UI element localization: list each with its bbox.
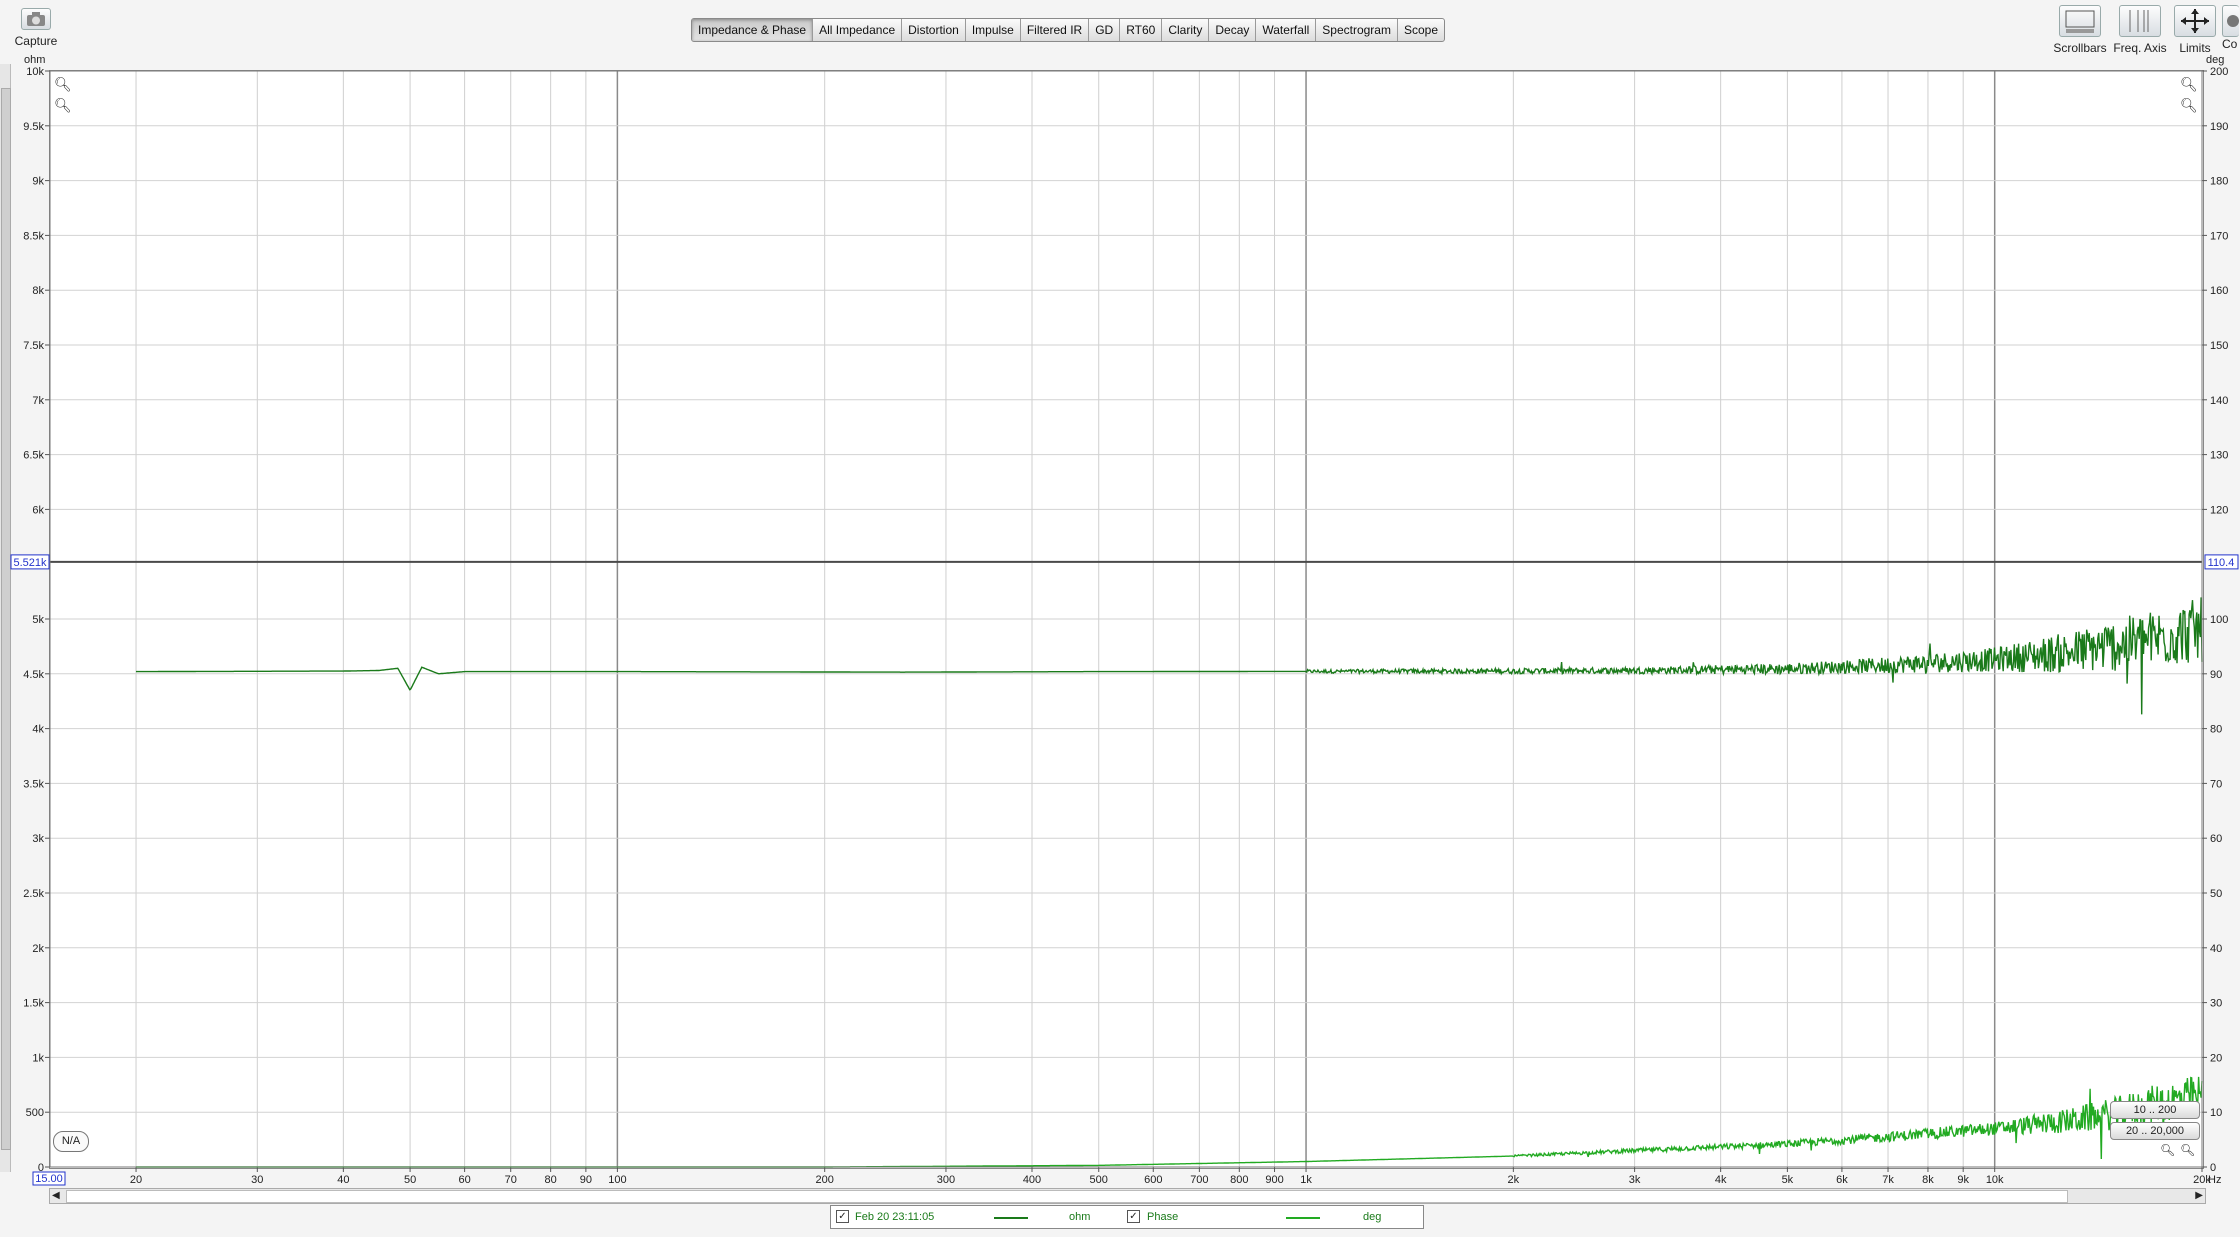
deg-legend-swatch xyxy=(1286,1217,1320,1219)
legend-bar: ✓ Feb 20 23:11:05 ohm ✓ Phase deg xyxy=(830,1205,1424,1229)
y-left-tick-label: 9k xyxy=(32,176,44,188)
x-tick-label: 2k xyxy=(1508,1174,1520,1186)
y-right-tick-label: 10 xyxy=(2210,1107,2222,1119)
ohm-legend-swatch xyxy=(994,1217,1028,1219)
x-tick-label: 200 xyxy=(816,1174,834,1186)
y-right-tick-label: 140 xyxy=(2210,395,2228,407)
y-left-tick-label: 500 xyxy=(26,1107,44,1119)
phase-checkbox[interactable]: ✓ xyxy=(1127,1210,1140,1223)
y-right-tick-label: 120 xyxy=(2210,504,2228,516)
y-left-tick-label: 2.5k xyxy=(23,888,44,900)
x-tick-label: 300 xyxy=(937,1174,955,1186)
ohm-legend-label: ohm xyxy=(1069,1211,1091,1223)
na-badge[interactable]: N/A xyxy=(53,1131,89,1152)
right-zoom-in-icon[interactable]: 🔍︎ xyxy=(2180,76,2198,93)
y-right-tick-label: 90 xyxy=(2210,669,2222,681)
y-right-tick-label: 160 xyxy=(2210,285,2228,297)
x-tick-label: 9k xyxy=(1957,1174,1969,1186)
x-axis-unit: Hz xyxy=(2208,1174,2221,1186)
zoom-out-icon[interactable]: 🔍︎ xyxy=(54,97,72,114)
y-right-tick-label: 0 xyxy=(2210,1162,2216,1174)
y-right-tick-label: 50 xyxy=(2210,888,2222,900)
phase-legend-label[interactable]: Phase xyxy=(1147,1211,1178,1223)
bottom-right-zoom-out-icon[interactable]: 🔍︎ xyxy=(2180,1143,2195,1157)
x-tick-label: 3k xyxy=(1629,1174,1641,1186)
x-tick-label: 100 xyxy=(608,1174,626,1186)
x-tick-label: 500 xyxy=(1090,1174,1108,1186)
x-tick-label: 30 xyxy=(251,1174,263,1186)
bottom-right-zoom-in-icon[interactable]: 🔍︎ xyxy=(2160,1143,2175,1157)
scroll-left-arrow[interactable]: ◀ xyxy=(52,1189,60,1203)
x-tick-label: 900 xyxy=(1265,1174,1283,1186)
y-left-tick-label: 7k xyxy=(32,395,44,407)
x-tick-label: 1k xyxy=(1300,1174,1312,1186)
y-right-tick-label: 190 xyxy=(2210,121,2228,133)
x-tick-label: 800 xyxy=(1230,1174,1248,1186)
horizontal-scrollbar[interactable]: ◀ ▶ xyxy=(49,1188,2206,1204)
measurement-checkbox[interactable]: ✓ xyxy=(836,1210,849,1223)
x-tick-label: 600 xyxy=(1144,1174,1162,1186)
y-left-tick-label: 4k xyxy=(32,724,44,736)
y-left-tick-label: 8k xyxy=(32,285,44,297)
y-left-tick-label: 7.5k xyxy=(23,340,44,352)
impedance-phase-chart[interactable]: 0 500 1k 1.5k 2k 2.5k 3k 3.5k 4k 4.5k 5k 6k 6.5k 7k 7.… xyxy=(0,0,2240,1237)
x-tick-label: 6k xyxy=(1836,1174,1848,1186)
x-min-label: 15.00 xyxy=(35,1173,63,1185)
x-tick-label: 400 xyxy=(1023,1174,1041,1186)
y-right-tick-label: 20 xyxy=(2210,1052,2222,1064)
y-left-tick-label: 3k xyxy=(32,833,44,845)
y-right-tick-label: 60 xyxy=(2210,833,2222,845)
horizontal-scrollbar-thumb[interactable] xyxy=(66,1190,2068,1203)
x-tick-label: 90 xyxy=(580,1174,592,1186)
y-left-tick-label: 8.5k xyxy=(23,230,44,242)
zoom-in-icon[interactable]: 🔍︎ xyxy=(54,76,72,93)
y-left-tick-label: 1.5k xyxy=(23,998,44,1010)
measurement-date-label[interactable]: Feb 20 23:11:05 xyxy=(855,1211,934,1223)
x-tick-label: 60 xyxy=(458,1174,470,1186)
x-tick-label: 50 xyxy=(404,1174,416,1186)
y-right-tick-label: 170 xyxy=(2210,230,2228,242)
y-left-tick-label: 5k xyxy=(32,614,44,626)
x-tick-label: 10k xyxy=(1986,1174,2004,1186)
y-left-tick-label: 9.5k xyxy=(23,121,44,133)
cursor-right-label: 110.4 xyxy=(2208,557,2235,569)
y-left-tick-label: 3.5k xyxy=(23,778,44,790)
y-right-tick-label: 130 xyxy=(2210,450,2228,462)
y-left-tick-label: 6k xyxy=(32,504,44,516)
phase-trace xyxy=(136,1076,2203,1168)
range-bottom-button[interactable]: 20 .. 20,000 xyxy=(2110,1122,2200,1140)
y-right-tick-label: 200 xyxy=(2210,66,2228,78)
scroll-right-arrow[interactable]: ▶ xyxy=(2195,1189,2203,1203)
cursor-left-label: 5.521k xyxy=(13,557,47,569)
y-left-tick-label: 10k xyxy=(26,66,44,78)
y-right-tick-label: 70 xyxy=(2210,778,2222,790)
x-tick-label: 70 xyxy=(505,1174,517,1186)
x-tick-label: 40 xyxy=(337,1174,349,1186)
x-tick-label: 7k xyxy=(1882,1174,1894,1186)
x-tick-label: 80 xyxy=(545,1174,557,1186)
y-right-tick-label: 100 xyxy=(2210,614,2228,626)
y-left-tick-label: 1k xyxy=(32,1052,44,1064)
impedance-trace xyxy=(136,597,2203,715)
x-tick-label: 4k xyxy=(1715,1174,1727,1186)
y-left-tick-label: 2k xyxy=(32,943,44,955)
y-right-tick-label: 180 xyxy=(2210,176,2228,188)
y-right-tick-label: 150 xyxy=(2210,340,2228,352)
y-right-tick-label: 40 xyxy=(2210,943,2222,955)
x-tick-label: 8k xyxy=(1922,1174,1934,1186)
range-top-button[interactable]: 10 .. 200 xyxy=(2110,1101,2200,1119)
x-tick-label: 700 xyxy=(1190,1174,1208,1186)
deg-legend-label: deg xyxy=(1363,1211,1382,1223)
y-right-tick-label: 80 xyxy=(2210,724,2222,736)
right-zoom-out-icon[interactable]: 🔍︎ xyxy=(2180,97,2198,114)
y-left-tick-label: 6.5k xyxy=(23,450,44,462)
y-right-tick-label: 30 xyxy=(2210,998,2222,1010)
y-left-tick-label: 4.5k xyxy=(23,669,44,681)
x-tick-label: 5k xyxy=(1782,1174,1794,1186)
x-tick-label: 20 xyxy=(130,1174,142,1186)
